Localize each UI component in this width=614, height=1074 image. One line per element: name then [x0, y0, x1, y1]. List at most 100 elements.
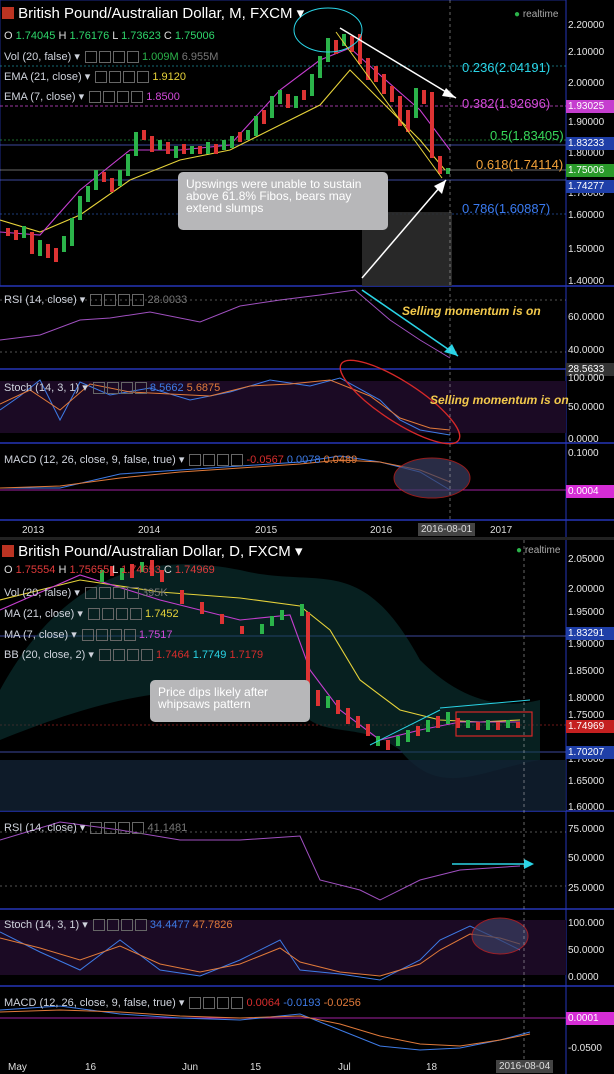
axis-tick: 50.0000 [568, 402, 605, 413]
macd-tag: 0.0001 [566, 1012, 614, 1025]
x-label: 18 [426, 1062, 438, 1073]
ohlc-h-label: H [58, 30, 67, 42]
fib-05: 0.5(1.83405) [490, 128, 564, 143]
axis-tick: 1.90000 [568, 117, 605, 128]
axis-tick: 75.0000 [568, 824, 605, 835]
x-label: 2017 [490, 525, 513, 536]
price-tag: 1.75006 [566, 164, 614, 177]
price-tag: 1.70207 [566, 746, 614, 759]
axis-tick: 2.20000 [568, 20, 605, 31]
ohlc-l-label: L [112, 564, 119, 576]
axis-tick: 100.000 [568, 373, 605, 384]
monthly-realtime: ● realtime [514, 9, 559, 20]
axis-tick: 2.00000 [568, 584, 605, 595]
x-label: Jul [338, 1062, 351, 1073]
price-tag: 1.93025 [566, 100, 614, 113]
daily-ma7-legend[interactable]: MA (7, close) ▾ 1.7517 [4, 628, 173, 642]
x-label: 2016 [370, 525, 393, 536]
stoch-momentum-note: Selling momentum is on [430, 393, 569, 407]
ohlc-open: 1.74045 [15, 30, 56, 42]
daily-stoch-legend[interactable]: Stoch (14, 3, 1) ▾ 34.4477 47.7826 [4, 918, 233, 932]
ohlc-high: 1.76176 [69, 30, 110, 42]
ohlc-high: 1.75655 [69, 564, 110, 576]
x-label: 2015 [255, 525, 278, 536]
chevron-down-icon[interactable]: ▾ [297, 5, 305, 22]
axis-tick: 100.000 [568, 918, 605, 929]
daily-title: British Pound/Australian Dollar, D, FXCM… [2, 542, 302, 560]
axis-tick: 60.0000 [568, 312, 605, 323]
monthly-vol-legend[interactable]: Vol (20, false) ▾ 1.009M 6.955M [4, 50, 218, 64]
ohlc-close: 1.74969 [174, 564, 215, 576]
x-label-current: 2016-08-04 [496, 1060, 554, 1073]
fib-0618: 0.618(1.74114) [476, 157, 564, 172]
daily-bb-legend[interactable]: BB (20, close, 2) ▾ 1.7464 1.7749 1.7179 [4, 648, 263, 662]
axis-tick: 1.50000 [568, 244, 605, 255]
axis-tick: 1.40000 [568, 276, 605, 287]
axis-tick: 2.00000 [568, 78, 605, 89]
daily-flag-icon [2, 545, 14, 557]
x-label-current: 2016-08-01 [418, 523, 476, 536]
ohlc-low: 1.74653 [121, 564, 161, 576]
monthly-macd-legend[interactable]: MACD (12, 26, close, 9, false, true) ▾ -… [4, 453, 357, 467]
monthly-flag-icon [2, 7, 14, 19]
daily-title-text: British Pound/Australian Dollar, D, FXCM [18, 543, 291, 560]
monthly-ema21-legend[interactable]: EMA (21, close) ▾ 1.9120 [4, 70, 186, 84]
daily-rsi-legend[interactable]: RSI (14, close) ▾ 41.1481 [4, 821, 187, 835]
daily-vol-legend[interactable]: Vol (20, false) ▾ 395K [4, 586, 168, 600]
axis-tick: 1.90000 [568, 639, 605, 650]
daily-realtime: ● realtime [516, 545, 561, 556]
ohlc-l-label: L [112, 30, 119, 42]
chevron-down-icon[interactable]: ▾ [295, 543, 303, 560]
axis-tick: 0.0000 [568, 972, 599, 983]
monthly-rsi-legend[interactable]: RSI (14, close) ▾ 28.0033 [4, 293, 187, 307]
daily-macd-legend[interactable]: MACD (12, 26, close, 9, false, true) ▾ 0… [4, 996, 361, 1010]
daily-chart-panel: British Pound/Australian Dollar, D, FXCM… [0, 540, 614, 1074]
fib-0236: 0.236(2.04191) [462, 60, 551, 75]
axis-tick: 40.0000 [568, 345, 605, 356]
price-tag: 1.74969 [566, 720, 614, 733]
x-label: 15 [250, 1062, 262, 1073]
price-tag: 1.74277 [566, 180, 614, 193]
price-tag: 1.83291 [566, 627, 614, 640]
ohlc-h-label: H [58, 564, 67, 576]
axis-tick: -0.0500 [568, 1043, 602, 1054]
fib-0786: 0.786(1.60887) [462, 201, 551, 216]
x-label: May [8, 1062, 27, 1073]
axis-tick: 1.65000 [568, 776, 605, 787]
axis-tick: 25.0000 [568, 883, 605, 894]
price-tag: 1.83233 [566, 137, 614, 150]
ohlc-close: 1.75006 [174, 30, 215, 42]
x-label: Jun [182, 1062, 199, 1073]
daily-ma21-legend[interactable]: MA (21, close) ▾ 1.7452 [4, 607, 179, 621]
ohlc-c-label: C [163, 30, 172, 42]
monthly-annotation: Upswings were unable to sustain above 61… [178, 172, 388, 230]
ohlc-c-label: C [163, 564, 172, 576]
rsi-momentum-note: Selling momentum is on [402, 304, 541, 318]
x-label: 2014 [138, 525, 161, 536]
axis-tick: 50.0000 [568, 853, 605, 864]
axis-tick: 1.80000 [568, 693, 605, 704]
daily-annotation: Price dips likely after whipsaws pattern [150, 680, 310, 722]
axis-tick: 2.10000 [568, 47, 605, 58]
macd-tag: 0.0004 [566, 485, 614, 498]
ohlc-low: 1.73623 [121, 30, 161, 42]
monthly-stoch-legend[interactable]: Stoch (14, 3, 1) ▾ 8.5662 5.6875 [4, 381, 220, 395]
monthly-chart-panel: British Pound/Australian Dollar, M, FXCM… [0, 0, 614, 537]
axis-tick: 50.0000 [568, 945, 605, 956]
monthly-ema7-legend[interactable]: EMA (7, close) ▾ 1.8500 [4, 90, 180, 104]
daily-chart-graphics [0, 540, 614, 1074]
daily-ohlc: O 1.75554 H 1.75655 L 1.74653 C 1.74969 [4, 564, 215, 576]
axis-tick: 0.1000 [568, 448, 599, 459]
monthly-title: British Pound/Australian Dollar, M, FXCM… [2, 4, 304, 22]
axis-tick: 2.05000 [568, 554, 605, 565]
monthly-title-text: British Pound/Australian Dollar, M, FXCM [18, 5, 293, 22]
axis-tick: 1.60000 [568, 802, 605, 813]
x-label: 16 [85, 1062, 97, 1073]
ohlc-open: 1.75554 [15, 564, 56, 576]
axis-tick: 0.0000 [568, 434, 599, 445]
x-label: 2013 [22, 525, 45, 536]
axis-tick: 1.60000 [568, 210, 605, 221]
monthly-ohlc: O 1.74045 H 1.76176 L 1.73623 C 1.75006 [4, 30, 215, 42]
ohlc-o-label: O [4, 564, 13, 576]
fib-0382: 0.382(1.92696) [462, 96, 551, 111]
